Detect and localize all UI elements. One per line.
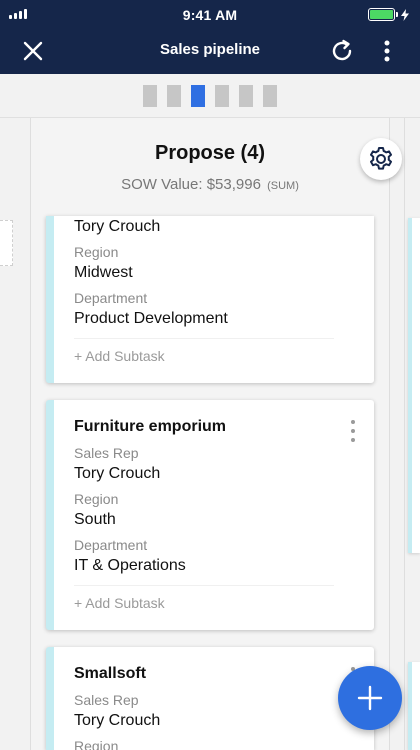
status-bar: 9:41 AM	[0, 0, 420, 28]
gear-icon	[370, 147, 392, 170]
page-indicator-5[interactable]	[239, 84, 253, 107]
department-label: Department	[74, 290, 148, 306]
next-column-card-peek	[408, 662, 420, 750]
deal-title: Smallsoft	[74, 665, 147, 682]
department-value: IT & Operations	[74, 557, 186, 574]
plus-icon	[357, 685, 383, 711]
next-column-card-peek	[408, 218, 420, 553]
region-label: Region	[74, 244, 119, 260]
region-value: Midwest	[74, 264, 133, 281]
add-subtask-button[interactable]: + Add Subtask	[74, 595, 165, 611]
department-label: Department	[74, 537, 148, 553]
sales-rep-label: Sales Rep	[74, 445, 139, 461]
page-indicator-3-active[interactable]	[191, 84, 205, 107]
deal-card[interactable]: Furniture emporium Sales Rep Tory Crouch…	[46, 400, 374, 630]
department-value: Product Development	[74, 310, 228, 327]
page-title: Sales pipeline	[159, 41, 261, 58]
column-page-indicator	[0, 74, 420, 118]
page-indicator-6[interactable]	[263, 84, 277, 107]
more-vertical-icon	[384, 40, 390, 62]
region-label: Region	[74, 491, 119, 507]
status-time: 9:41 AM	[182, 7, 238, 23]
card-divider	[74, 585, 334, 586]
sales-rep-value: Tory Crouch	[74, 712, 161, 729]
region-label: Region	[74, 738, 119, 750]
more-options-button[interactable]	[372, 36, 402, 66]
sales-rep-value: Tory Crouch	[74, 465, 161, 482]
deal-card[interactable]: Smallsoft Sales Rep Tory Crouch Region	[46, 647, 374, 750]
column-sow-value: SOW Value: $53,996 (SUM)	[31, 176, 389, 193]
column-settings-button[interactable]	[360, 138, 402, 180]
card-divider	[74, 338, 334, 339]
sales-rep-value: Tory Crouch	[74, 218, 161, 235]
previous-column-card-peek	[0, 220, 13, 266]
page-indicator-2[interactable]	[167, 84, 181, 107]
sow-aggregate-label: (SUM)	[267, 180, 299, 192]
deal-card[interactable]: Tory Crouch Region Midwest Department Pr…	[46, 216, 374, 383]
sales-rep-label: Sales Rep	[74, 692, 139, 708]
page-indicator-1[interactable]	[143, 84, 157, 107]
column-title: Propose (4)	[154, 142, 266, 164]
deal-title: Furniture emporium	[74, 418, 227, 435]
next-column-peek[interactable]	[404, 118, 420, 750]
previous-column-peek[interactable]	[0, 118, 14, 750]
refresh-button[interactable]	[327, 36, 357, 66]
refresh-icon	[332, 39, 352, 61]
sow-value-text: SOW Value: $53,996	[121, 176, 261, 193]
nav-bar: Sales pipeline	[0, 28, 420, 74]
add-deal-button[interactable]	[338, 666, 402, 730]
card-more-icon[interactable]	[348, 420, 358, 442]
battery-icon	[368, 8, 409, 21]
page-indicator-4[interactable]	[215, 84, 229, 107]
region-value: South	[74, 511, 116, 528]
add-subtask-button[interactable]: + Add Subtask	[74, 348, 165, 364]
